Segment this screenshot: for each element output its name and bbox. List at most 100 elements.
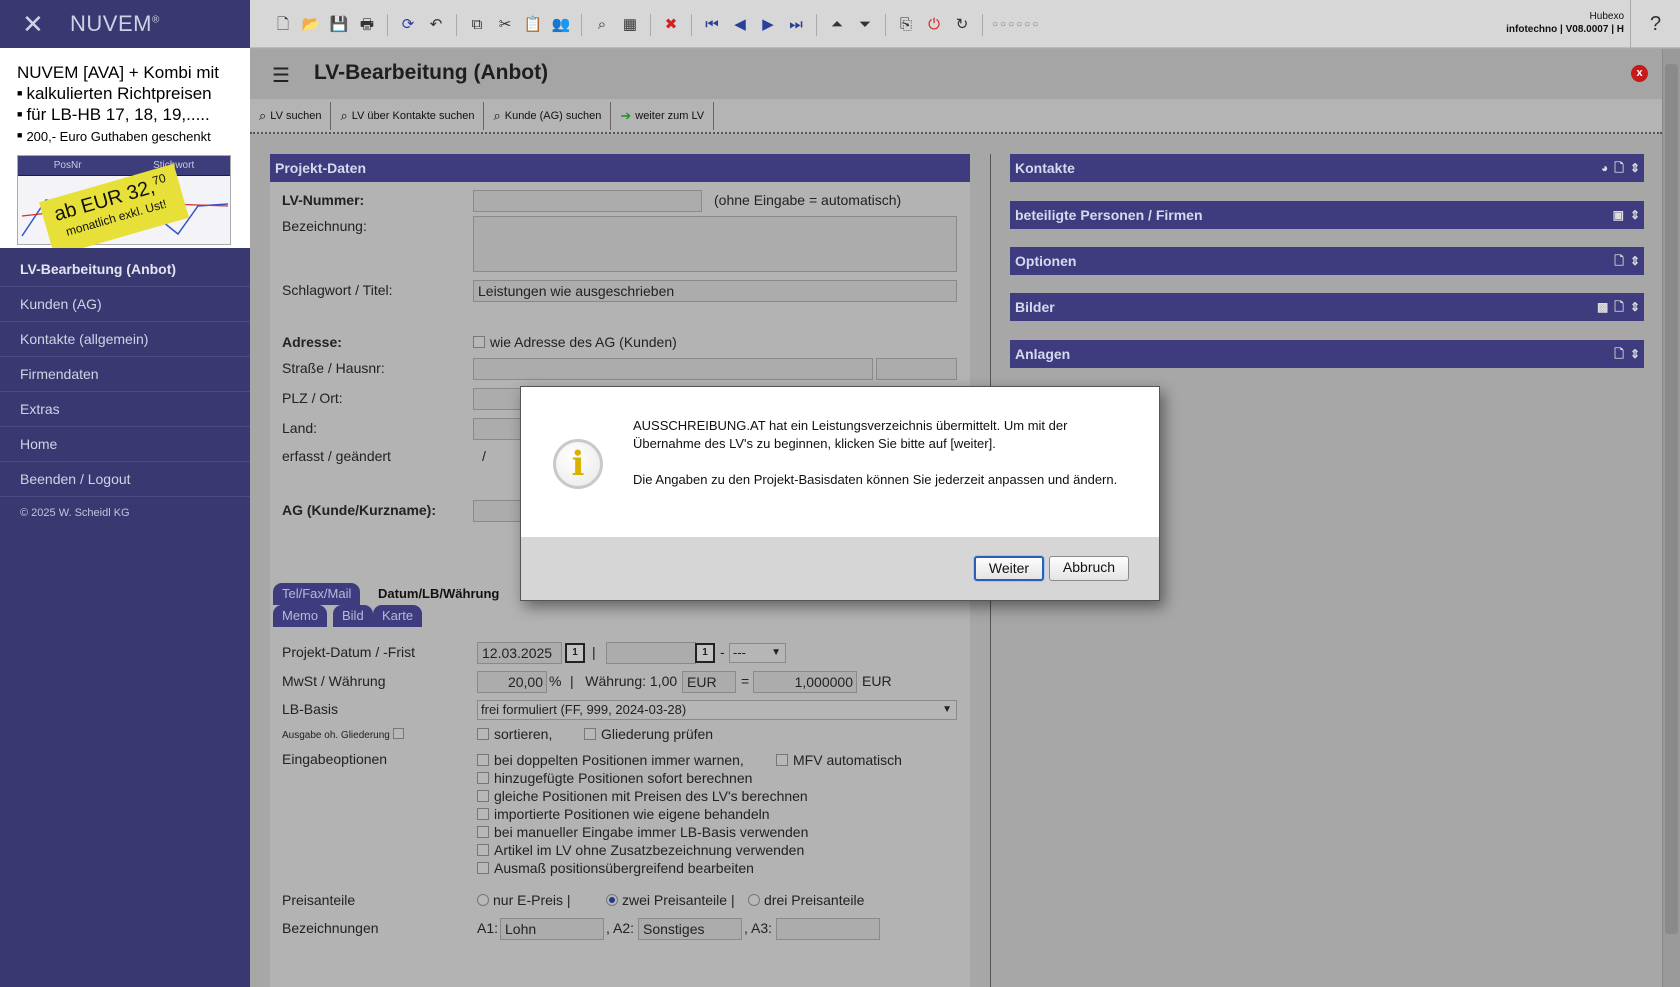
a1-input[interactable]: Lohn <box>500 918 604 940</box>
lb-basis-select[interactable]: frei formuliert (FF, 999, 2024-03-28) ▼ <box>477 700 957 720</box>
expand-collapse-icon[interactable]: ⇕ <box>1630 247 1640 275</box>
option-doppelte-warnen[interactable]: bei doppelten Positionen immer warnen, <box>477 752 744 768</box>
contacts-icon[interactable]: ◕ <box>1601 154 1608 182</box>
preis-drei-anteile[interactable]: drei Preisanteile <box>748 892 864 908</box>
archive-icon[interactable]: ▣ <box>1613 201 1624 229</box>
optionen-panel-header[interactable]: Optionen 🗋 ⇕ <box>1010 247 1644 275</box>
option-artikel-ohne-zusatz[interactable]: Artikel im LV ohne Zusatzbezeichnung ver… <box>477 842 804 858</box>
expand-all-icon[interactable]: ⏷ <box>854 15 876 35</box>
datum-calendar-button[interactable]: 1 <box>565 643 585 663</box>
a2-input[interactable]: Sonstiges <box>638 918 742 940</box>
radio-button-selected[interactable] <box>606 894 618 906</box>
page-scrollbar[interactable] <box>1662 49 1680 987</box>
option-ausmass-bearbeiten[interactable]: Ausmaß positionsübergreifend bearbeiten <box>477 860 754 876</box>
option-mfv-automatisch[interactable]: MFV automatisch <box>776 752 902 768</box>
checkbox[interactable] <box>477 826 489 838</box>
open-folder-icon[interactable]: 📂 <box>300 15 322 35</box>
tab-datum-lb-waehrung[interactable]: Datum/LB/Währung <box>369 583 508 605</box>
next-record-icon[interactable]: ▶ <box>757 15 779 35</box>
continue-to-lv-button[interactable]: ➔ weiter zum LV <box>611 101 715 130</box>
kontakte-panel-header[interactable]: Kontakte ◕ 🗋 ⇕ <box>1010 154 1644 182</box>
scrollbar-thumb[interactable] <box>1665 64 1678 934</box>
new-document-icon[interactable]: 🗋 <box>1614 340 1624 368</box>
option-importierte-positionen[interactable]: importierte Positionen wie eigene behand… <box>477 806 770 822</box>
lv-search-button[interactable]: ⌕ LV suchen <box>250 101 332 130</box>
radio-button[interactable] <box>477 894 489 906</box>
checkbox[interactable] <box>477 790 489 802</box>
waehrung-input[interactable]: EUR <box>682 671 736 693</box>
tab-karte[interactable]: Karte <box>373 605 423 627</box>
print-icon[interactable]: 🖶 <box>356 15 378 35</box>
preis-nur-e-preis[interactable]: nur E-Preis | <box>477 892 571 908</box>
collapse-all-icon[interactable]: ⏶ <box>826 15 848 35</box>
paste-icon[interactable]: 📋 <box>522 15 544 35</box>
anlagen-panel-header[interactable]: Anlagen 🗋 ⇕ <box>1010 340 1644 368</box>
option-lb-basis-verwenden[interactable]: bei manueller Eingabe immer LB-Basis ver… <box>477 824 808 840</box>
frist-select[interactable]: --- ▼ <box>729 643 786 663</box>
sortieren-checkbox[interactable] <box>477 728 489 740</box>
hamburger-menu-icon[interactable]: ☰ <box>272 63 290 88</box>
adresse-checkbox-row[interactable]: wie Adresse des AG (Kunden) <box>473 334 677 350</box>
beteiligte-panel-header[interactable]: beteiligte Personen / Firmen ▣ ⇕ <box>1010 201 1644 229</box>
frist-input[interactable] <box>606 642 696 664</box>
first-record-icon[interactable]: ⏮ <box>701 15 723 35</box>
checkbox[interactable] <box>477 844 489 856</box>
abbruch-button[interactable]: Abbruch <box>1049 556 1129 581</box>
tab-bild[interactable]: Bild <box>333 605 373 627</box>
bezeichnung-textarea[interactable] <box>473 216 957 272</box>
sortieren-option[interactable]: sortieren, <box>477 726 552 742</box>
exchange-rate-input[interactable]: 1,000000 <box>753 671 857 693</box>
delete-icon[interactable]: ✖ <box>660 15 682 35</box>
customer-search-button[interactable]: ⌕ Kunde (AG) suchen <box>484 101 612 130</box>
expand-collapse-icon[interactable]: ⇕ <box>1630 293 1640 321</box>
mwst-input[interactable]: 20,00 <box>477 671 547 693</box>
previous-record-icon[interactable]: ◀ <box>729 15 751 35</box>
close-page-button[interactable]: x <box>1631 65 1648 82</box>
projekt-datum-input[interactable]: 12.03.2025 <box>477 642 562 664</box>
new-document-icon[interactable]: 🗋 <box>1614 247 1624 275</box>
calendar-icon[interactable]: ▦ <box>619 15 641 35</box>
hausnr-input[interactable] <box>876 358 957 380</box>
same-address-checkbox[interactable] <box>473 336 485 348</box>
nav-item-home[interactable]: Home <box>0 427 250 462</box>
checkbox[interactable] <box>477 772 489 784</box>
power-icon[interactable]: ⏻ <box>923 15 945 35</box>
save-icon[interactable]: 💾 <box>328 15 350 35</box>
checkbox[interactable] <box>477 754 489 766</box>
preis-zwei-anteile[interactable]: zwei Preisanteile | <box>606 892 735 908</box>
expand-collapse-icon[interactable]: ⇕ <box>1630 154 1640 182</box>
gliederung-checkbox[interactable] <box>584 728 596 740</box>
tab-tel-fax-mail[interactable]: Tel/Fax/Mail <box>273 583 361 605</box>
nav-item-kontakte[interactable]: Kontakte (allgemein) <box>0 322 250 357</box>
new-document-icon[interactable]: 🗋 <box>1614 293 1624 321</box>
lv-contacts-search-button[interactable]: ⌕ LV über Kontakte suchen <box>331 101 485 130</box>
image-icon[interactable]: ▩ <box>1597 293 1608 321</box>
help-button[interactable]: ? <box>1630 0 1680 48</box>
copy-icon[interactable]: ⧉ <box>466 15 488 35</box>
search-binoculars-icon[interactable]: ⌕ <box>591 15 613 35</box>
lv-number-input[interactable] <box>473 190 702 212</box>
sync-status-icon[interactable]: ↻ <box>951 15 973 35</box>
tab-memo[interactable]: Memo <box>273 605 328 627</box>
nav-item-logout[interactable]: Beenden / Logout <box>0 462 250 497</box>
schlagwort-input[interactable]: Leistungen wie ausgeschrieben <box>473 280 957 302</box>
bilder-panel-header[interactable]: Bilder ▩ 🗋 ⇕ <box>1010 293 1644 321</box>
new-document-icon[interactable]: 🗋 <box>1614 154 1624 182</box>
logo[interactable]: ✕ NUVEM® <box>0 0 250 48</box>
export-icon[interactable]: ⎘ <box>895 15 917 35</box>
checkbox[interactable] <box>776 754 788 766</box>
checkbox[interactable] <box>477 862 489 874</box>
checkbox[interactable] <box>477 808 489 820</box>
new-file-icon[interactable]: 🗋 <box>272 15 294 35</box>
strasse-input[interactable] <box>473 358 873 380</box>
expand-collapse-icon[interactable]: ⇕ <box>1630 340 1640 368</box>
expand-collapse-icon[interactable]: ⇕ <box>1630 201 1640 229</box>
cut-icon[interactable]: ✂ <box>494 15 516 35</box>
option-gleiche-positionen[interactable]: gleiche Positionen mit Preisen des LV's … <box>477 788 808 804</box>
nav-item-kunden[interactable]: Kunden (AG) <box>0 287 250 322</box>
refresh-icon[interactable]: ⟳ <box>397 15 419 35</box>
frist-calendar-button[interactable]: 1 <box>695 643 715 663</box>
option-sofort-berechnen[interactable]: hinzugefügte Positionen sofort berechnen <box>477 770 752 786</box>
nav-item-firmendaten[interactable]: Firmendaten <box>0 357 250 392</box>
radio-button[interactable] <box>748 894 760 906</box>
